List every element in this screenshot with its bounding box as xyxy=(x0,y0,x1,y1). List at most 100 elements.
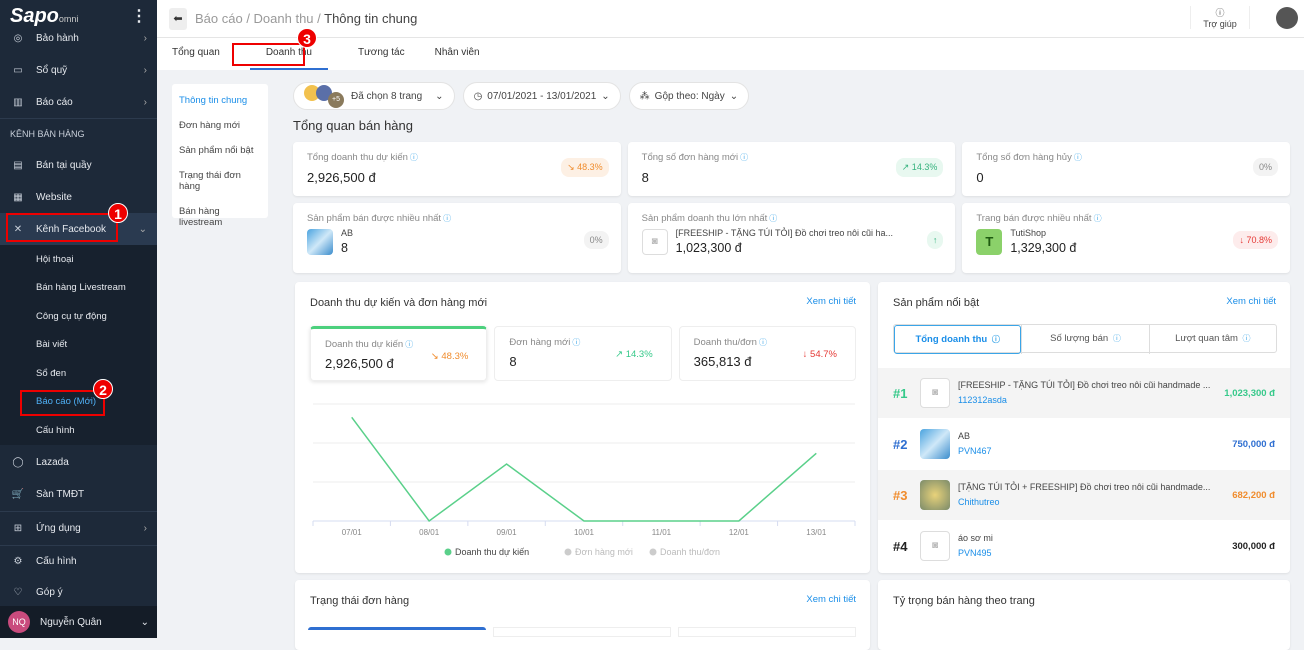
chevron-right-icon: › xyxy=(143,96,147,108)
sidebar-item-marketplace[interactable]: 🛒 Sàn TMĐT xyxy=(0,479,157,511)
stat-value: 1,329,300 đ xyxy=(1010,241,1077,255)
page-name: TutiShop xyxy=(1010,228,1047,238)
apps-icon: ⊞ xyxy=(13,522,23,534)
subnav-featured-products[interactable]: Sản phẩm nổi bật xyxy=(172,138,268,163)
kpi-revenue[interactable]: Doanh thu dự kiến ⓘ 2,926,500 đ ↘ 48.3% xyxy=(310,326,488,381)
annotation-box-2 xyxy=(20,390,105,416)
info-icon[interactable]: ⓘ xyxy=(740,153,748,162)
tab-staff[interactable]: Nhân viên xyxy=(435,38,480,70)
featured-product-row[interactable]: #4 ◙ áo sơ mi PVN495 300,000 đ xyxy=(878,521,1290,571)
kpi-label: Doanh thu/đơn xyxy=(693,337,757,348)
tab-quantity-sold[interactable]: Số lượng bán ⓘ xyxy=(1021,325,1148,354)
submenu-settings[interactable]: Cấu hình xyxy=(0,416,157,445)
info-icon[interactable]: ⓘ xyxy=(1074,153,1082,162)
status-card[interactable] xyxy=(308,627,486,637)
section-title: KÊNH BÁN HÀNG xyxy=(0,118,157,149)
kpi-label: Đơn hàng mới xyxy=(509,337,571,348)
help-label: Trợ giúp xyxy=(1203,19,1237,29)
back-button[interactable]: ⬅ xyxy=(169,7,187,30)
sidebar-item-feedback[interactable]: ♡ Góp ý xyxy=(0,577,157,609)
featured-products-panel: Sản phẩm nổi bật Xem chi tiết Tổng doanh… xyxy=(878,282,1290,573)
view-details-link[interactable]: Xem chi tiết xyxy=(806,296,856,307)
main-content: +5 Đã chọn 8 trang ⌄ ◷ 07/01/2021 - 13/01/2… xyxy=(293,82,1290,280)
featured-product-row[interactable]: #2 AB PVN467 750,000 đ xyxy=(878,419,1290,469)
help-button[interactable]: ⓘ Trợ giúp xyxy=(1190,6,1250,29)
sidebar-item-website[interactable]: ▦ Website xyxy=(0,181,157,213)
submenu-livestream[interactable]: Bán hàng Livestream xyxy=(0,274,157,303)
page-selector[interactable]: +5 Đã chọn 8 trang ⌄ xyxy=(293,82,455,110)
submenu-automation[interactable]: Công cụ tự động xyxy=(0,302,157,331)
sidebar-item-cashbook[interactable]: ▭ Sổ quỹ › xyxy=(0,54,157,86)
annotation-badge-1: 1 xyxy=(108,203,128,223)
feedback-icon: ♡ xyxy=(13,587,23,598)
tab-overview[interactable]: Tổng quan xyxy=(172,38,220,70)
brand-name: Sapo xyxy=(10,4,59,27)
product-sku[interactable]: 112312asda xyxy=(958,393,1224,408)
x-tick-label: 07/01 xyxy=(342,528,363,537)
sidebar-item-settings[interactable]: ⚙ Cấu hình xyxy=(0,544,157,577)
info-icon[interactable]: ⓘ xyxy=(410,153,418,162)
subnav-livestream[interactable]: Bán hàng livestream xyxy=(172,199,268,235)
group-icon: ⁂ xyxy=(639,90,650,102)
info-icon: ⓘ xyxy=(1112,334,1121,343)
product-name: áo sơ mi xyxy=(958,533,993,543)
date-range-picker[interactable]: ◷ 07/01/2021 - 13/01/2021 ⌄ xyxy=(462,82,621,110)
gear-icon: ⚙ xyxy=(13,555,23,567)
sidebar-item-lazada[interactable]: ◯ Lazada xyxy=(0,447,157,479)
product-thumbnail xyxy=(920,429,950,459)
product-sku[interactable]: PVN495 xyxy=(958,546,1232,561)
breadcrumb-parent[interactable]: Báo cáo / Doanh thu / xyxy=(195,11,324,26)
info-icon: ⓘ xyxy=(991,335,1000,344)
product-sku[interactable]: Chithutreo xyxy=(958,495,1232,510)
delta-badge: ↗ 14.3% xyxy=(895,158,944,177)
product-amount: 300,000 đ xyxy=(1232,540,1275,552)
submenu-blacklist[interactable]: Sổ đen xyxy=(0,359,157,388)
stat-card-new-orders: Tổng số đơn hàng mới ⓘ 8 ↗ 14.3% xyxy=(627,142,956,196)
sidebar-item-label: Sổ quỹ xyxy=(36,64,68,76)
tab-interaction[interactable]: Tương tác xyxy=(358,38,405,70)
sidebar-item-warranty[interactable]: ◎ Bảo hành › xyxy=(0,32,157,44)
info-icon[interactable]: ⓘ xyxy=(769,214,777,223)
status-card[interactable] xyxy=(493,627,671,637)
info-icon[interactable]: ⓘ xyxy=(572,338,580,347)
chevron-down-icon: ⌄ xyxy=(601,90,610,102)
status-card[interactable] xyxy=(678,627,856,637)
kpi-revenue-per-order[interactable]: Doanh thu/đơn ⓘ 365,813 đ ↓ 54.7% xyxy=(678,326,856,381)
info-icon[interactable]: ⓘ xyxy=(443,214,451,223)
info-icon[interactable]: ⓘ xyxy=(759,338,767,347)
sidebar-item-reports[interactable]: ▥ Báo cáo › xyxy=(0,86,157,118)
submenu-conversations[interactable]: Hội thoại xyxy=(0,245,157,274)
info-icon[interactable]: ⓘ xyxy=(1094,214,1102,223)
delta-badge: ↘ 48.3% xyxy=(561,158,609,177)
cash-icon: ▭ xyxy=(13,64,23,76)
subnav-general[interactable]: Thông tin chung xyxy=(172,88,268,113)
product-amount: 1,023,300 đ xyxy=(1224,387,1275,399)
tab-interest[interactable]: Lượt quan tâm ⓘ xyxy=(1148,325,1276,354)
tab-total-revenue[interactable]: Tổng doanh thu ⓘ xyxy=(894,325,1022,354)
legend-dot xyxy=(444,548,452,556)
user-avatar[interactable] xyxy=(1276,7,1298,29)
subnav-order-status[interactable]: Trạng thái đơn hàng xyxy=(172,163,268,199)
chevron-down-icon: ⌄ xyxy=(729,90,739,102)
info-icon[interactable]: ⓘ xyxy=(405,340,413,349)
stat-card-top-page: Trang bán được nhiều nhất ⓘ T TutiShop 1,329… xyxy=(962,203,1290,273)
legend-label: Doanh thu/đơn xyxy=(660,547,720,557)
subnav-new-orders[interactable]: Đơn hàng mới xyxy=(172,113,268,138)
view-details-link[interactable]: Xem chi tiết xyxy=(1226,296,1276,307)
submenu-posts[interactable]: Bài viết xyxy=(0,331,157,360)
featured-product-row[interactable]: #1 ◙ [FREESHIP - TẶNG TÚI TỎI] Đồ chơi tre… xyxy=(878,368,1290,418)
breadcrumb: Báo cáo / Doanh thu / Thông tin chung xyxy=(195,11,417,26)
sidebar-item-apps[interactable]: ⊞ Ứng dụng › xyxy=(0,510,157,545)
view-details-link[interactable]: Xem chi tiết xyxy=(806,594,856,605)
product-sku[interactable]: PVN467 xyxy=(958,444,1232,459)
legend-dot xyxy=(649,548,657,556)
more-vertical-icon[interactable]: ⋮ xyxy=(131,6,147,26)
product-thumbnail xyxy=(307,228,333,255)
logo[interactable]: Sapoomni ⋮ xyxy=(0,0,157,32)
kpi-new-orders[interactable]: Đơn hàng mới ⓘ 8 ↗ 14.3% xyxy=(494,326,672,381)
user-menu[interactable]: NQ Nguyễn Quân ⌄ xyxy=(0,606,157,638)
sidebar-item-pos[interactable]: ▤ Bán tại quầy xyxy=(0,149,157,181)
featured-product-row[interactable]: #3 [TẶNG TÚI TỎI + FREESHIP] Đồ chơi treo… xyxy=(878,470,1290,520)
x-tick-label: 13/01 xyxy=(806,528,827,537)
group-by-select[interactable]: ⁂ Gộp theo: Ngày ⌄ xyxy=(628,82,750,110)
